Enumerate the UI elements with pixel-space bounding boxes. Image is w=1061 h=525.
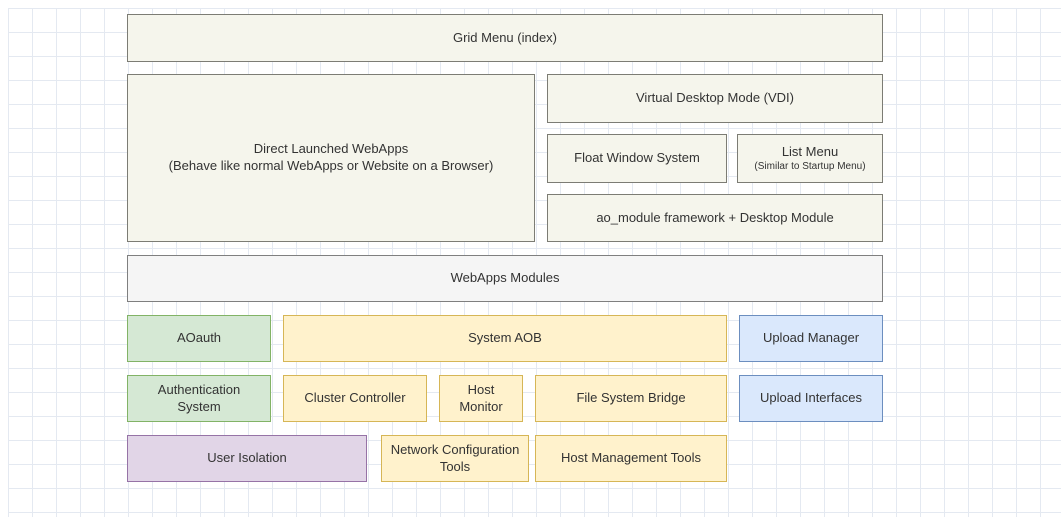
shape-webapps-modules[interactable]: WebApps Modules (127, 255, 883, 302)
user-isolation-label: User Isolation (207, 450, 286, 467)
shape-upload-interfaces[interactable]: Upload Interfaces (739, 375, 883, 422)
authentication-system-label: Authentication System (136, 382, 262, 416)
diagram-page: Grid Menu (index) Direct Launched WebApp… (0, 0, 1061, 525)
shape-host-management-tools[interactable]: Host Management Tools (535, 435, 727, 482)
direct-launched-webapps-title: Direct Launched WebApps (254, 141, 408, 158)
list-menu-sublabel: (Similar to Startup Menu) (754, 160, 865, 173)
network-configuration-tools-label: Network Configuration Tools (390, 442, 520, 476)
shape-network-configuration-tools[interactable]: Network Configuration Tools (381, 435, 529, 482)
list-menu-label: List Menu (782, 144, 838, 161)
shape-file-system-bridge[interactable]: File System Bridge (535, 375, 727, 422)
shape-authentication-system[interactable]: Authentication System (127, 375, 271, 422)
shape-list-menu[interactable]: List Menu (Similar to Startup Menu) (737, 134, 883, 183)
shape-grid-menu[interactable]: Grid Menu (index) (127, 14, 883, 62)
shape-cluster-controller[interactable]: Cluster Controller (283, 375, 427, 422)
float-window-system-label: Float Window System (574, 150, 700, 167)
shape-aoauth[interactable]: AOauth (127, 315, 271, 362)
shape-user-isolation[interactable]: User Isolation (127, 435, 367, 482)
shape-upload-manager[interactable]: Upload Manager (739, 315, 883, 362)
upload-interfaces-label: Upload Interfaces (760, 390, 862, 407)
webapps-modules-label: WebApps Modules (451, 270, 560, 287)
host-monitor-label: Host Monitor (448, 382, 514, 416)
shape-ao-module-framework[interactable]: ao_module framework + Desktop Module (547, 194, 883, 242)
grid-menu-label: Grid Menu (index) (453, 30, 557, 47)
aoauth-label: AOauth (177, 330, 221, 347)
host-management-tools-label: Host Management Tools (561, 450, 701, 467)
upload-manager-label: Upload Manager (763, 330, 859, 347)
virtual-desktop-mode-label: Virtual Desktop Mode (VDI) (636, 90, 794, 107)
cluster-controller-label: Cluster Controller (304, 390, 405, 407)
shape-host-monitor[interactable]: Host Monitor (439, 375, 523, 422)
shape-virtual-desktop-mode[interactable]: Virtual Desktop Mode (VDI) (547, 74, 883, 123)
system-aob-label: System AOB (468, 330, 542, 347)
direct-launched-webapps-subtitle: (Behave like normal WebApps or Website o… (169, 158, 494, 175)
shape-direct-launched-webapps[interactable]: Direct Launched WebApps (Behave like nor… (127, 74, 535, 242)
shape-float-window-system[interactable]: Float Window System (547, 134, 727, 183)
ao-module-framework-label: ao_module framework + Desktop Module (596, 210, 833, 227)
file-system-bridge-label: File System Bridge (576, 390, 685, 407)
shape-system-aob[interactable]: System AOB (283, 315, 727, 362)
